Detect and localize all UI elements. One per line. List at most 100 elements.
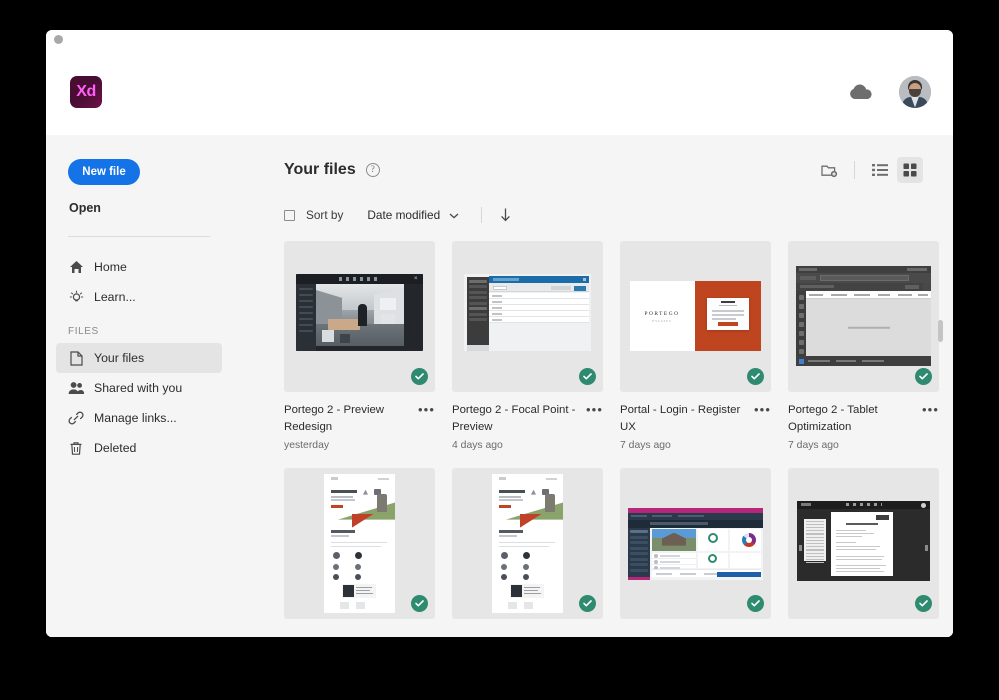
file-thumbnail[interactable] bbox=[284, 467, 435, 619]
app-sidebar-footer bbox=[467, 345, 489, 351]
close-icon: × bbox=[414, 275, 418, 282]
window-icon-rail bbox=[796, 291, 806, 356]
file-card[interactable] bbox=[788, 467, 939, 619]
file-menu-button[interactable]: ••• bbox=[586, 402, 603, 417]
window-titlebar bbox=[46, 30, 953, 48]
grid-view-icon[interactable] bbox=[897, 157, 923, 183]
sidebar-item-your-files[interactable]: Your files bbox=[56, 343, 222, 373]
table-body bbox=[806, 299, 931, 356]
toolbar-separator bbox=[854, 161, 855, 179]
file-date: 7 days ago bbox=[788, 439, 839, 451]
sort-dropdown[interactable]: Date modified bbox=[367, 208, 459, 222]
file-card[interactable] bbox=[452, 467, 603, 619]
thumbnail-art-document-viewer bbox=[797, 500, 930, 581]
sidebar-item-home[interactable]: Home bbox=[56, 252, 222, 282]
photo-box bbox=[322, 330, 334, 342]
sidebar-item-learn[interactable]: Learn... bbox=[56, 282, 222, 312]
thumbnail-art-dashboard bbox=[628, 507, 763, 580]
file-card[interactable]: PORTEGO ESTATES Portal - Login - Registe… bbox=[620, 241, 771, 451]
sidebar-item-shared-with-you[interactable]: Shared with you bbox=[56, 373, 222, 403]
thumbnail-art-landing-page bbox=[324, 473, 395, 613]
view-toolbar bbox=[816, 157, 923, 183]
sidebar-item-label: Your files bbox=[94, 351, 145, 365]
file-meta: Portego 2 - Preview Redesign ••• bbox=[284, 402, 435, 437]
sort-by-label: Sort by bbox=[306, 208, 344, 222]
sidebar-item-manage-links[interactable]: Manage links... bbox=[56, 403, 222, 433]
file-card[interactable] bbox=[284, 467, 435, 619]
lightbox-sidebar bbox=[296, 284, 316, 351]
sidebar-item-label: Shared with you bbox=[94, 381, 183, 395]
file-thumbnail[interactable]: PORTEGO ESTATES bbox=[620, 241, 771, 392]
file-title: Portego 2 - Tablet Optimization bbox=[788, 404, 878, 434]
file-card[interactable]: × Portego 2 - Preview Redesign ••• yeste… bbox=[284, 241, 435, 451]
page-title: Your files bbox=[284, 161, 356, 178]
window-subtoolbar bbox=[796, 283, 923, 291]
cloud-synced-check-icon bbox=[747, 594, 764, 612]
app-list-rows bbox=[489, 293, 589, 323]
cloud-synced-check-icon bbox=[579, 368, 596, 385]
people-icon bbox=[68, 380, 84, 396]
cloud-icon[interactable] bbox=[849, 83, 873, 100]
new-file-button[interactable]: New file bbox=[68, 159, 140, 185]
sidebar-nav-primary: Home Learn... bbox=[46, 252, 232, 312]
content-scrollbar[interactable] bbox=[938, 320, 943, 342]
select-all-checkbox[interactable] bbox=[284, 209, 295, 221]
photo-poster bbox=[380, 298, 396, 310]
app-header-bar bbox=[489, 276, 589, 283]
file-title: Portego 2 - Focal Point - Preview bbox=[452, 404, 576, 434]
file-date: 4 days ago bbox=[452, 439, 503, 451]
adobe-xd-window: Xd New file Open Home Learn... FILES You… bbox=[46, 30, 953, 637]
sidebar-section-label: FILES bbox=[68, 326, 99, 337]
files-content-area: Your files ? Sort by Date modified × Por… bbox=[232, 135, 953, 637]
app-subheader bbox=[489, 283, 589, 292]
file-grid: × Portego 2 - Preview Redesign ••• yeste… bbox=[284, 241, 953, 619]
login-card bbox=[707, 298, 749, 330]
thumbnail-art-focal-point bbox=[464, 274, 591, 351]
arrow-down-icon[interactable] bbox=[500, 208, 511, 222]
app-sidebar bbox=[467, 277, 489, 345]
sidebar: New file Open Home Learn... FILES Your f… bbox=[46, 135, 232, 637]
file-meta: Portego 2 - Focal Point - Preview ••• bbox=[452, 402, 603, 437]
content-header: Your files ? bbox=[284, 157, 953, 183]
file-menu-button[interactable]: ••• bbox=[418, 402, 435, 417]
thumbnail-art-landing-page bbox=[492, 473, 563, 613]
app-header: Xd bbox=[46, 48, 953, 135]
file-date: yesterday bbox=[284, 439, 330, 451]
home-icon bbox=[68, 259, 84, 275]
cloud-synced-check-icon bbox=[915, 594, 932, 612]
file-menu-button[interactable]: ••• bbox=[754, 402, 771, 417]
file-card[interactable]: Portego 2 - Focal Point - Preview ••• 4 … bbox=[452, 241, 603, 451]
help-icon[interactable]: ? bbox=[365, 163, 380, 177]
file-thumbnail[interactable] bbox=[788, 467, 939, 619]
lightbox-topbar: × bbox=[296, 274, 423, 284]
new-folder-icon[interactable] bbox=[816, 157, 842, 183]
open-link[interactable]: Open bbox=[69, 201, 101, 215]
file-card[interactable]: Portego 2 - Tablet Optimization ••• 7 da… bbox=[788, 241, 939, 451]
file-thumbnail[interactable]: × bbox=[284, 241, 435, 392]
link-icon bbox=[68, 410, 84, 426]
file-thumbnail[interactable] bbox=[620, 467, 771, 619]
cloud-synced-check-icon bbox=[411, 368, 428, 385]
file-menu-button[interactable]: ••• bbox=[922, 402, 939, 417]
app-body: New file Open Home Learn... FILES Your f… bbox=[46, 135, 953, 637]
avatar[interactable] bbox=[899, 75, 931, 108]
cloud-synced-check-icon bbox=[747, 368, 764, 385]
file-thumbnail[interactable] bbox=[452, 241, 603, 392]
file-thumbnail[interactable] bbox=[452, 467, 603, 619]
file-title: Portego 2 - Preview Redesign bbox=[284, 404, 385, 434]
cloud-synced-check-icon bbox=[915, 368, 932, 385]
sort-dropdown-value: Date modified bbox=[367, 208, 441, 222]
window-titlebar bbox=[796, 266, 931, 273]
file-thumbnail[interactable] bbox=[788, 241, 939, 392]
xd-logo-icon[interactable]: Xd bbox=[70, 75, 102, 108]
file-card[interactable] bbox=[620, 467, 771, 619]
photo-desk bbox=[328, 319, 360, 330]
thumbnail-art-portal-login: PORTEGO ESTATES bbox=[630, 281, 761, 351]
list-view-icon[interactable] bbox=[867, 157, 893, 183]
sidebar-item-deleted[interactable]: Deleted bbox=[56, 433, 222, 463]
file-title: Portal - Login - Register UX bbox=[620, 404, 741, 434]
avatar-beard bbox=[909, 88, 921, 97]
file-meta: Portal - Login - Register UX ••• bbox=[620, 402, 771, 437]
window-control-dot[interactable] bbox=[54, 34, 63, 44]
cloud-synced-check-icon bbox=[579, 594, 596, 612]
